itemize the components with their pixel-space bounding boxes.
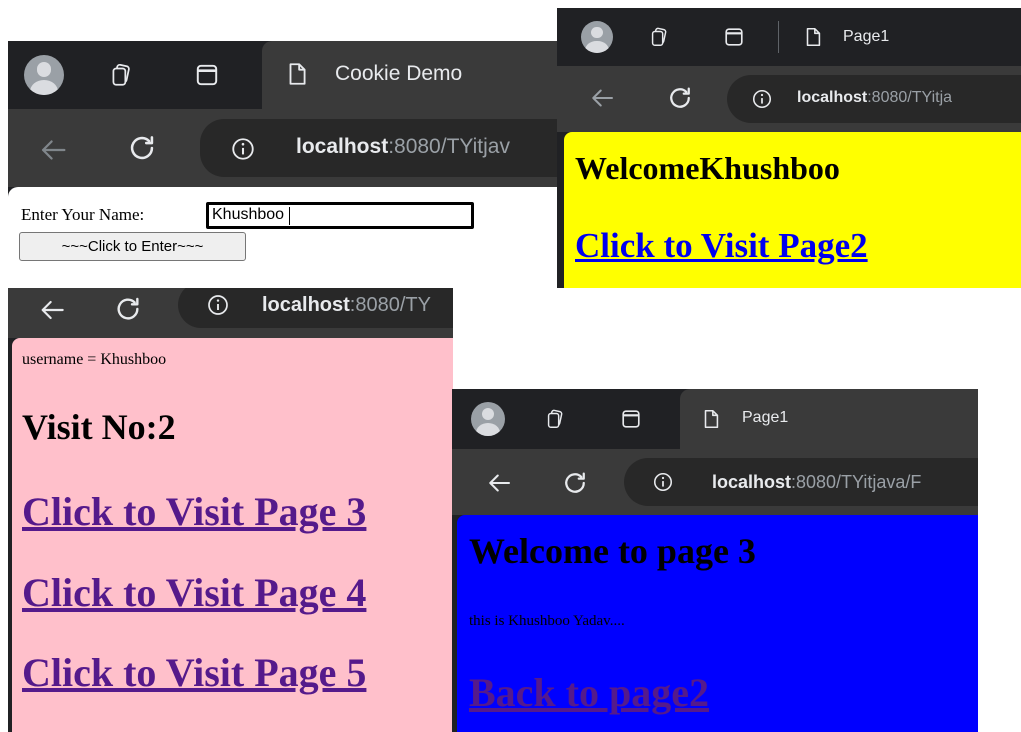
reload-icon[interactable] (665, 83, 695, 113)
url-text: localhost:8080/TYitjava/F (712, 472, 922, 492)
welcome-heading: Welcome to page 3 (469, 531, 756, 571)
tab-page1[interactable]: Page1 (680, 389, 978, 449)
page-icon (289, 63, 306, 85)
tab-cookie-demo[interactable]: Cookie Demo (262, 41, 558, 109)
name-label: Enter Your Name: (21, 205, 145, 224)
visit-page5-link[interactable]: Click to Visit Page 5 (22, 649, 366, 696)
info-icon[interactable] (652, 471, 674, 493)
back-arrow-icon[interactable] (587, 83, 617, 113)
profile-avatar[interactable] (471, 402, 505, 436)
tab-title: Cookie Demo (335, 62, 463, 85)
url-field[interactable]: localhost:8080/TYitja (727, 75, 1021, 123)
url-field[interactable]: localhost:8080/TYitjav (200, 119, 558, 177)
collections-icon[interactable] (544, 408, 566, 430)
text-caret (289, 207, 290, 225)
url-text: localhost:8080/TY (262, 294, 431, 316)
tab-actions-icon[interactable] (723, 26, 745, 48)
address-bar: localhost:8080/TYitjav (8, 109, 558, 187)
window-page1: Page1 localhost:8080/TYitja WelcomeKhush… (557, 8, 1021, 288)
address-bar: localhost:8080/TYitja (557, 66, 1021, 132)
tab-actions-icon[interactable] (194, 62, 220, 88)
visit-page4-link[interactable]: Click to Visit Page 4 (22, 569, 366, 616)
tab-separator (778, 21, 779, 53)
tab-strip: Page1 (557, 8, 1021, 66)
info-icon[interactable] (206, 293, 230, 317)
url-field[interactable]: localhost:8080/TYitjava/F (624, 458, 978, 506)
info-icon[interactable] (230, 136, 256, 162)
body-text: this is Khushboo Yadav.... (469, 613, 625, 629)
url-text: localhost:8080/TYitja (797, 89, 953, 106)
reload-icon[interactable] (112, 293, 144, 325)
visit-count-heading: Visit No:2 (22, 407, 176, 447)
reload-icon[interactable] (560, 468, 590, 498)
username-text: username = Khushboo (22, 351, 167, 368)
url-text: localhost:8080/TYitjav (296, 135, 510, 158)
address-bar: localhost:8080/TY (8, 288, 453, 338)
back-arrow-icon[interactable] (36, 294, 68, 326)
submit-button[interactable]: ~~~Click to Enter~~~ (19, 232, 246, 261)
info-icon[interactable] (751, 88, 773, 110)
page-icon (704, 409, 719, 429)
tab-strip: Cookie Demo (8, 41, 558, 109)
collections-icon[interactable] (108, 62, 134, 88)
back-arrow-icon[interactable] (484, 468, 514, 498)
address-bar: localhost:8080/TYitjava/F (452, 449, 978, 515)
page-content: WelcomeKhushboo Click to Visit Page2 (564, 132, 1021, 288)
back-to-page2-link[interactable]: Back to page2 (469, 669, 709, 716)
collections-icon[interactable] (648, 26, 670, 48)
page-content: Enter Your Name: Khushboo ~~~Click to En… (8, 187, 558, 288)
profile-avatar[interactable] (24, 55, 64, 95)
name-input[interactable]: Khushboo (206, 202, 474, 229)
tab-title[interactable]: Page1 (843, 28, 889, 46)
page-content: Welcome to page 3 this is Khushboo Yadav… (457, 515, 978, 732)
welcome-heading: WelcomeKhushboo (575, 150, 840, 186)
window-page2: localhost:8080/TY username = Khushboo Vi… (8, 288, 453, 732)
page-content: username = Khushboo Visit No:2 Click to … (12, 338, 453, 732)
tab-actions-icon[interactable] (620, 408, 642, 430)
url-field[interactable]: localhost:8080/TY (178, 288, 453, 328)
window-cookie-demo: Cookie Demo localhost:8080/TYitjav Enter… (8, 41, 558, 288)
profile-avatar[interactable] (581, 21, 613, 53)
back-arrow-icon[interactable] (36, 133, 70, 167)
page-icon (806, 27, 821, 47)
window-page3: Page1 localhost:8080/TYitjava/F Welcome … (452, 389, 978, 732)
reload-icon[interactable] (125, 131, 159, 165)
tab-strip: Page1 (452, 389, 978, 449)
tab-title: Page1 (742, 409, 789, 426)
visit-page2-link[interactable]: Click to Visit Page2 (575, 226, 868, 266)
visit-page3-link[interactable]: Click to Visit Page 3 (22, 488, 366, 535)
